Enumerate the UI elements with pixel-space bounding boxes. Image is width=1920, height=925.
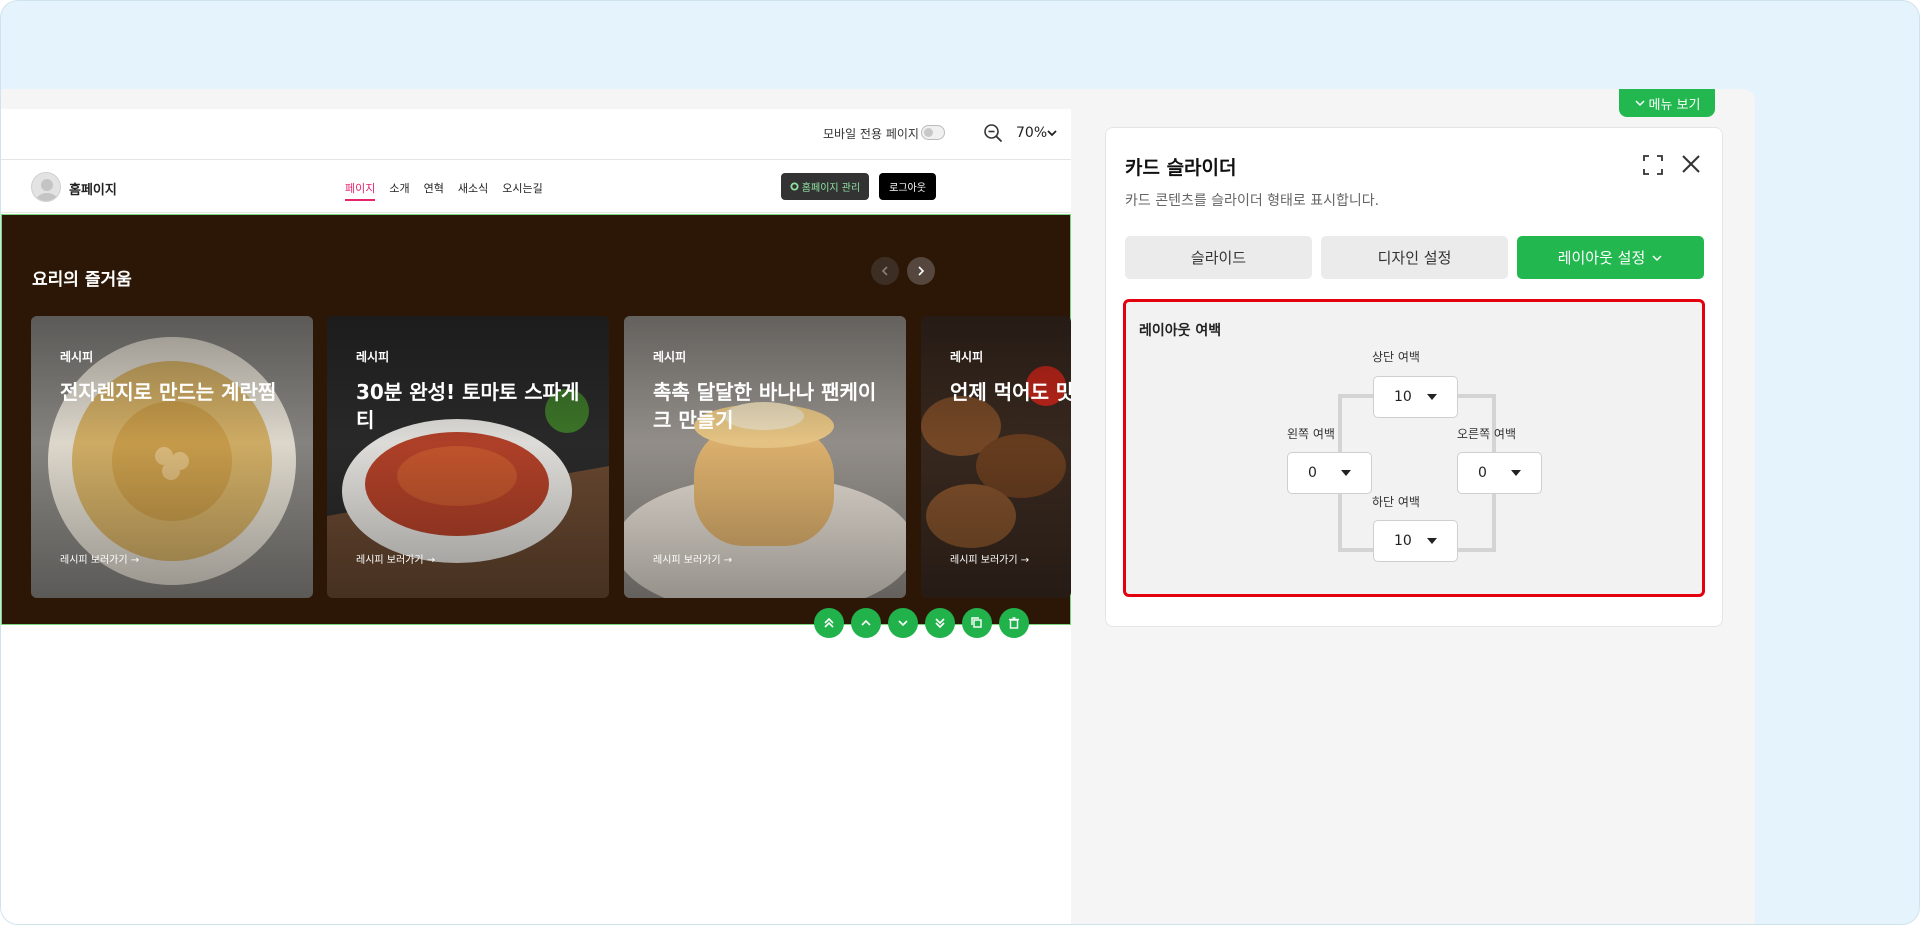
- move-top-icon: [824, 617, 834, 628]
- bottom-margin-select[interactable]: 10: [1373, 520, 1458, 562]
- nav-item-about[interactable]: 소개: [389, 180, 409, 201]
- left-margin-label: 왼쪽 여백: [1287, 427, 1335, 441]
- manage-homepage-button[interactable]: 홈페이지 관리: [781, 173, 869, 200]
- duplicate-button[interactable]: [962, 608, 992, 638]
- site-nav: 페이지 소개 연혁 새소식 오시는길: [345, 180, 543, 201]
- card-link[interactable]: 레시피 보러가기 →: [356, 551, 435, 566]
- chevron-down-icon: [1634, 100, 1645, 107]
- preview-topbar: 모바일 전용 페이지 70%: [1, 109, 1071, 160]
- settings-panel: 카드 슬라이더 카드 콘텐츠를 슬라이더 형태로 표시합니다. 슬라이드 디자인…: [1105, 127, 1723, 627]
- app-frame: 모바일 전용 페이지 70% 홈페이지 페이지 소개 연혁 새소식 오시는길 홈…: [0, 0, 1920, 925]
- right-margin-select[interactable]: 0: [1457, 452, 1542, 494]
- section-title: 요리의 즐거움: [32, 270, 132, 290]
- move-up-icon: [861, 619, 871, 626]
- card-tag: 레시피: [950, 350, 984, 364]
- move-bottom-button[interactable]: [925, 608, 955, 638]
- card-link[interactable]: 레시피 보러가기 →: [950, 551, 1029, 566]
- expand-icon[interactable]: [1642, 154, 1664, 176]
- tab-design-settings[interactable]: 디자인 설정: [1321, 236, 1508, 279]
- card-link[interactable]: 레시피 보러가기 →: [653, 551, 732, 566]
- nav-item-history[interactable]: 연혁: [424, 180, 444, 201]
- nav-item-directions[interactable]: 오시는길: [502, 180, 542, 201]
- chevron-right-icon: [918, 266, 925, 276]
- block-actions: [814, 608, 1029, 638]
- caret-down-icon: [1341, 470, 1351, 476]
- bottom-margin-label: 하단 여백: [1372, 495, 1420, 509]
- zoom-level[interactable]: 70%: [1016, 125, 1047, 141]
- mobile-only-toggle[interactable]: [921, 125, 945, 140]
- card-title: 전자렌지로 만드는 계란찜: [60, 380, 277, 404]
- tab-layout-settings[interactable]: 레이아웃 설정: [1517, 236, 1704, 279]
- card-tag: 레시피: [653, 350, 687, 364]
- move-bottom-icon: [935, 618, 945, 629]
- move-down-icon: [898, 620, 908, 627]
- tab-layout-settings-label: 레이아웃 설정: [1557, 249, 1646, 267]
- site-header: 홈페이지 페이지 소개 연혁 새소식 오시는길 홈페이지 관리 로그아웃: [1, 161, 1071, 213]
- caret-down-icon: [1511, 470, 1521, 476]
- left-margin-select[interactable]: 0: [1287, 452, 1372, 494]
- card-title: 언제 먹어도 맛: [950, 380, 1071, 404]
- chevron-down-icon[interactable]: [1045, 126, 1059, 140]
- panel-title: 카드 슬라이더: [1125, 157, 1237, 179]
- layout-margin-box: 레이아웃 여백 상단 여백 10 왼쪽 여백 0 오른쪽 여백 0 하단 여백 …: [1123, 299, 1705, 597]
- card-title: 촉촉 달달한 바나나 팬케이크 만들기: [653, 380, 877, 432]
- duplicate-icon: [971, 617, 982, 628]
- move-top-button[interactable]: [814, 608, 844, 638]
- left-margin-value: 0: [1308, 465, 1317, 481]
- right-margin-label: 오른쪽 여백: [1457, 427, 1517, 441]
- top-margin-value: 10: [1394, 389, 1412, 405]
- gear-icon: [790, 182, 799, 191]
- right-margin-value: 0: [1478, 465, 1487, 481]
- bottom-margin-value: 10: [1394, 533, 1412, 549]
- card-slider-section[interactable]: 요리의 즐거움 레시피 전자렌지로 만드는 계란찜 레시피 보러가기 → 레시피…: [1, 214, 1071, 625]
- chevron-left-icon: [881, 266, 888, 276]
- top-margin-label: 상단 여백: [1372, 350, 1420, 364]
- zoom-out-icon[interactable]: [983, 123, 1003, 143]
- caret-down-icon: [1427, 394, 1437, 400]
- chevron-down-icon: [1652, 254, 1662, 261]
- tab-design-settings-label: 디자인 설정: [1377, 249, 1452, 267]
- recipe-card[interactable]: 레시피 30분 완성! 토마토 스파게티 레시피 보러가기 →: [327, 316, 609, 598]
- caret-down-icon: [1427, 538, 1437, 544]
- card-link[interactable]: 레시피 보러가기 →: [60, 551, 139, 566]
- recipe-card[interactable]: 레시피 언제 먹어도 맛 레시피 보러가기 →: [921, 316, 1071, 598]
- manage-homepage-label: 홈페이지 관리: [801, 183, 861, 194]
- menu-view-button[interactable]: 메뉴 보기: [1619, 89, 1715, 117]
- panel-description: 카드 콘텐츠를 슬라이더 형태로 표시합니다.: [1125, 193, 1380, 209]
- tab-slide[interactable]: 슬라이드: [1125, 236, 1312, 279]
- nav-item-page[interactable]: 페이지: [345, 180, 376, 201]
- site-name[interactable]: 홈페이지: [69, 179, 117, 198]
- recipe-card[interactable]: 레시피 촉촉 달달한 바나나 팬케이크 만들기 레시피 보러가기 →: [624, 316, 906, 598]
- nav-item-news[interactable]: 새소식: [458, 180, 488, 201]
- close-icon[interactable]: [1680, 153, 1702, 175]
- avatar: [31, 172, 61, 202]
- recipe-card[interactable]: 레시피 전자렌지로 만드는 계란찜 레시피 보러가기 →: [31, 316, 313, 598]
- card-tag: 레시피: [356, 350, 390, 364]
- page-preview: 모바일 전용 페이지 70% 홈페이지 페이지 소개 연혁 새소식 오시는길 홈…: [1, 109, 1071, 924]
- slider-prev-button[interactable]: [871, 257, 899, 285]
- move-up-button[interactable]: [851, 608, 881, 638]
- layout-margin-title: 레이아웃 여백: [1139, 323, 1222, 339]
- logout-label: 로그아웃: [889, 183, 926, 194]
- slider-next-button[interactable]: [907, 257, 935, 285]
- menu-view-label: 메뉴 보기: [1648, 97, 1701, 113]
- user-icon: [36, 179, 58, 201]
- tab-slide-label: 슬라이드: [1190, 249, 1247, 267]
- card-tag: 레시피: [60, 350, 94, 364]
- top-margin-select[interactable]: 10: [1373, 376, 1458, 418]
- card-title: 30분 완성! 토마토 스파게티: [356, 380, 580, 432]
- trash-icon: [1009, 617, 1019, 629]
- mobile-only-label: 모바일 전용 페이지: [823, 127, 919, 141]
- logout-button[interactable]: 로그아웃: [879, 173, 936, 200]
- move-down-button[interactable]: [888, 608, 918, 638]
- delete-button[interactable]: [999, 608, 1029, 638]
